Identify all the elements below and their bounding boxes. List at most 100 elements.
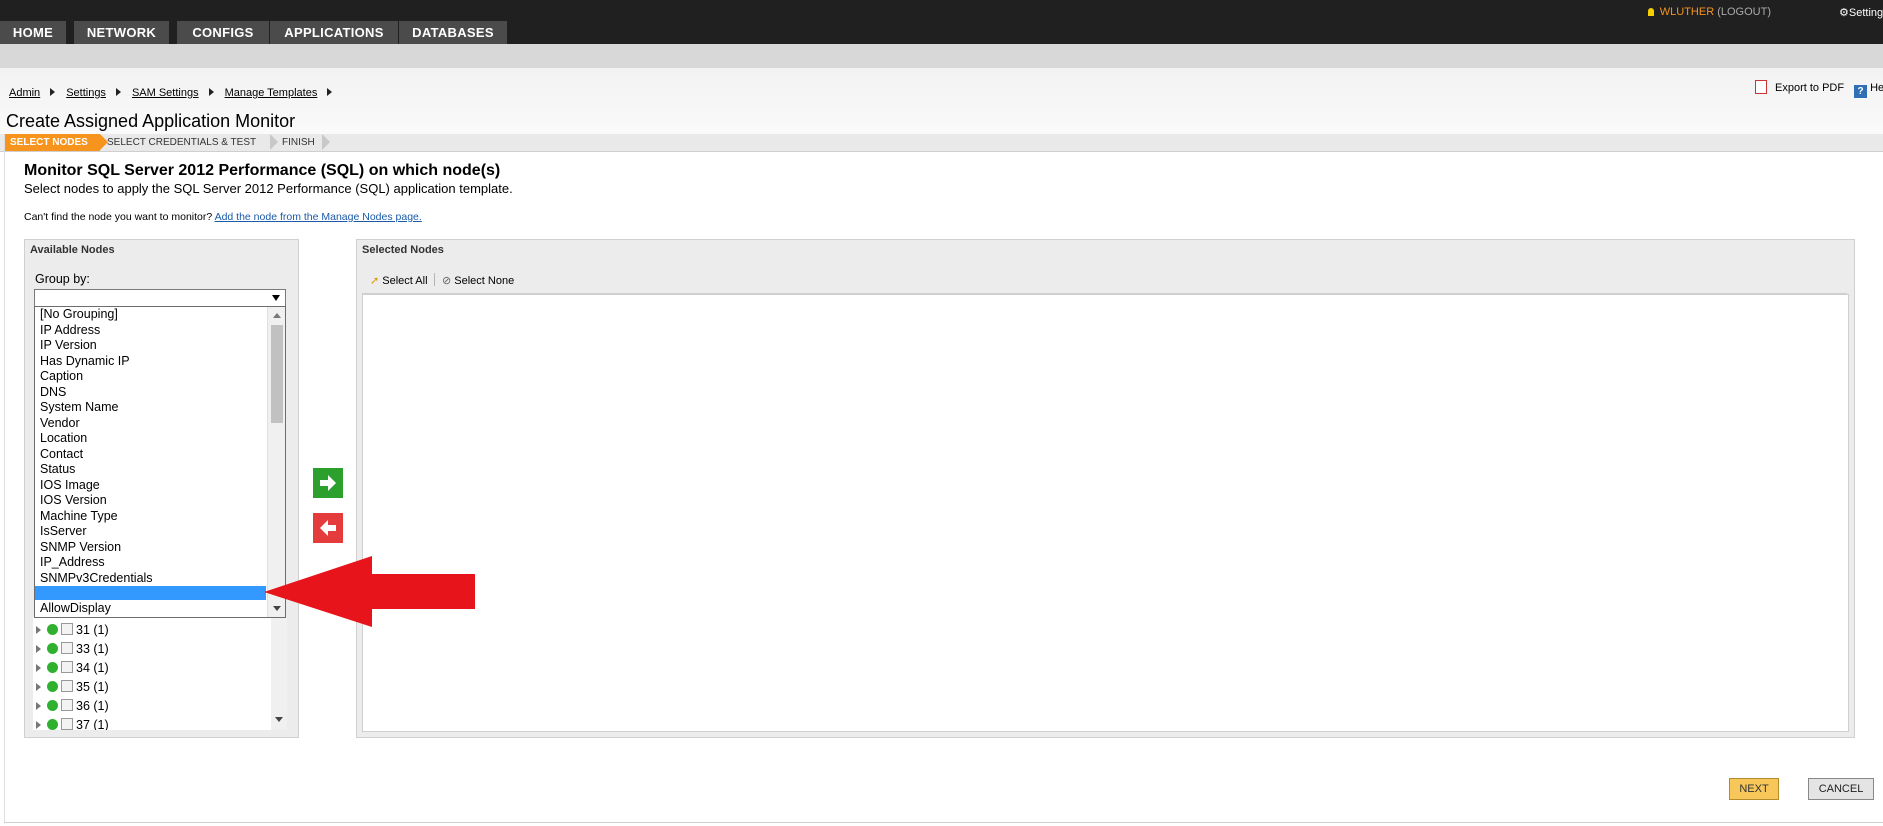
sub-nav-bar (0, 44, 1883, 68)
expand-icon[interactable] (36, 721, 41, 729)
node-checkbox[interactable] (61, 661, 73, 673)
scroll-down-icon[interactable] (273, 606, 281, 611)
logout-link[interactable]: (LOGOUT) (1717, 6, 1771, 18)
dropdown-option[interactable]: Has Dynamic IP (40, 354, 130, 369)
dropdown-option[interactable]: IsServer (40, 524, 87, 539)
dropdown-option[interactable]: IP_Address (40, 555, 105, 570)
tree-row-label: 31 (1) (76, 623, 109, 637)
gear-icon: ⚙ (1839, 7, 1849, 19)
select-all-label: Select All (382, 275, 428, 287)
dropdown-option[interactable]: Status (40, 462, 75, 477)
status-up-icon (47, 624, 58, 635)
export-to-pdf-link[interactable]: Export to PDF (1775, 82, 1844, 94)
dropdown-option-highlighted[interactable] (35, 586, 266, 600)
step-chevron-icon (270, 134, 278, 150)
section-heading: Monitor SQL Server 2012 Performance (SQL… (24, 162, 501, 179)
select-none-button[interactable]: ⊘ Select None (442, 274, 514, 287)
node-tree: 31 (1) 33 (1) 34 (1) 35 (1) 36 (1) 37 (1… (33, 617, 271, 730)
node-checkbox[interactable] (61, 699, 73, 711)
group-by-dropdown[interactable]: [No Grouping] IP Address IP Version Has … (34, 306, 286, 618)
selected-toolbar: ➚ Select All ⊘ Select None (362, 266, 1847, 294)
dropdown-option[interactable]: SNMP Version (40, 540, 121, 555)
status-up-icon (47, 662, 58, 673)
tree-row[interactable]: 35 (1) (33, 679, 109, 696)
add-selected-button[interactable] (313, 468, 343, 498)
breadcrumb: Admin Settings SAM Settings Manage Template… (9, 87, 343, 99)
expand-icon[interactable] (36, 702, 41, 710)
help-icon[interactable]: ? (1854, 85, 1868, 98)
tree-row[interactable]: 31 (1) (33, 622, 109, 639)
remove-selected-button[interactable] (313, 513, 343, 543)
add-node-link[interactable]: Add the node from the Manage Nodes page. (215, 211, 422, 223)
status-up-icon (47, 681, 58, 692)
section-description: Select nodes to apply the SQL Server 201… (24, 181, 513, 196)
tree-row[interactable]: 37 (1) (33, 717, 109, 730)
dropdown-option[interactable]: Location (40, 431, 87, 446)
tree-row[interactable]: 34 (1) (33, 660, 109, 677)
group-by-select[interactable] (34, 289, 286, 307)
dropdown-option[interactable]: Contact (40, 447, 83, 462)
dropdown-option[interactable]: IOS Version (40, 493, 107, 508)
selected-nodes-title: Selected Nodes (362, 244, 444, 256)
scroll-thumb[interactable] (271, 325, 283, 423)
scroll-down-icon[interactable] (275, 717, 283, 722)
dropdown-option[interactable]: IOS Image (40, 478, 100, 493)
settings-link[interactable]: ⚙Settings (1839, 6, 1883, 19)
tree-row-label: 36 (1) (76, 699, 109, 713)
next-button[interactable]: NEXT (1729, 778, 1779, 800)
expand-icon[interactable] (36, 664, 41, 672)
node-checkbox[interactable] (61, 623, 73, 635)
help-link[interactable]: He (1870, 82, 1883, 94)
dropdown-option[interactable]: SNMPv3Credentials (40, 571, 153, 586)
expand-icon[interactable] (36, 683, 41, 691)
page-title: Create Assigned Application Monitor (6, 111, 296, 131)
expand-icon[interactable] (36, 645, 41, 653)
tab-home[interactable]: HOME (0, 21, 66, 44)
dropdown-option[interactable]: IP Address (40, 323, 100, 338)
user-icon (1647, 8, 1654, 16)
breadcrumb-admin[interactable]: Admin (9, 87, 40, 99)
chevron-down-icon (272, 295, 280, 301)
pdf-icon[interactable] (1755, 80, 1767, 94)
tab-network[interactable]: NETWORK (74, 21, 169, 44)
tree-row[interactable]: 36 (1) (33, 698, 109, 715)
breadcrumb-manage-templates[interactable]: Manage Templates (225, 87, 318, 99)
breadcrumb-sam-settings[interactable]: SAM Settings (132, 87, 199, 99)
step-chevron-icon (322, 134, 330, 150)
dropdown-option[interactable]: AllowDisplay (40, 601, 111, 616)
tree-scrollbar[interactable] (271, 617, 287, 730)
select-all-button[interactable]: ➚ Select All (370, 274, 428, 287)
dropdown-option[interactable]: [No Grouping] (40, 307, 118, 322)
dropdown-option[interactable]: Vendor (40, 416, 80, 431)
top-nav-bar: HOME NETWORK CONFIGS APPLICATIONS DATABA… (0, 0, 1883, 44)
breadcrumb-settings[interactable]: Settings (66, 87, 106, 99)
breadcrumb-separator-icon (327, 88, 333, 96)
dropdown-option[interactable]: Machine Type (40, 509, 118, 524)
tree-row-label: 35 (1) (76, 680, 109, 694)
dropdown-option[interactable]: IP Version (40, 338, 97, 353)
tab-applications[interactable]: APPLICATIONS (270, 21, 398, 44)
dropdown-option[interactable]: DNS (40, 385, 66, 400)
node-checkbox[interactable] (61, 642, 73, 654)
tree-row[interactable]: 33 (1) (33, 641, 109, 658)
status-up-icon (47, 700, 58, 711)
dropdown-scrollbar[interactable] (267, 307, 285, 617)
step-select-credentials: SELECT CREDENTIALS & TEST (107, 137, 257, 148)
tab-configs[interactable]: CONFIGS (177, 21, 269, 44)
node-checkbox[interactable] (61, 680, 73, 692)
tree-row-label: 34 (1) (76, 661, 109, 675)
tab-databases[interactable]: DATABASES (399, 21, 507, 44)
tree-row-label: 33 (1) (76, 642, 109, 656)
cant-find-note: Can't find the node you want to monitor?… (24, 211, 422, 223)
cancel-button[interactable]: CANCEL (1808, 778, 1874, 800)
breadcrumb-separator-icon (50, 88, 56, 96)
scroll-up-icon[interactable] (273, 313, 281, 318)
status-up-icon (47, 719, 58, 730)
dropdown-option[interactable]: Caption (40, 369, 83, 384)
dropdown-option[interactable]: System Name (40, 400, 119, 415)
no-entry-icon: ⊘ (442, 275, 452, 287)
node-checkbox[interactable] (61, 718, 73, 730)
expand-icon[interactable] (36, 626, 41, 634)
arrow-right-icon (320, 475, 336, 491)
user-info: WLUTHER (LOGOUT) (1647, 6, 1771, 18)
